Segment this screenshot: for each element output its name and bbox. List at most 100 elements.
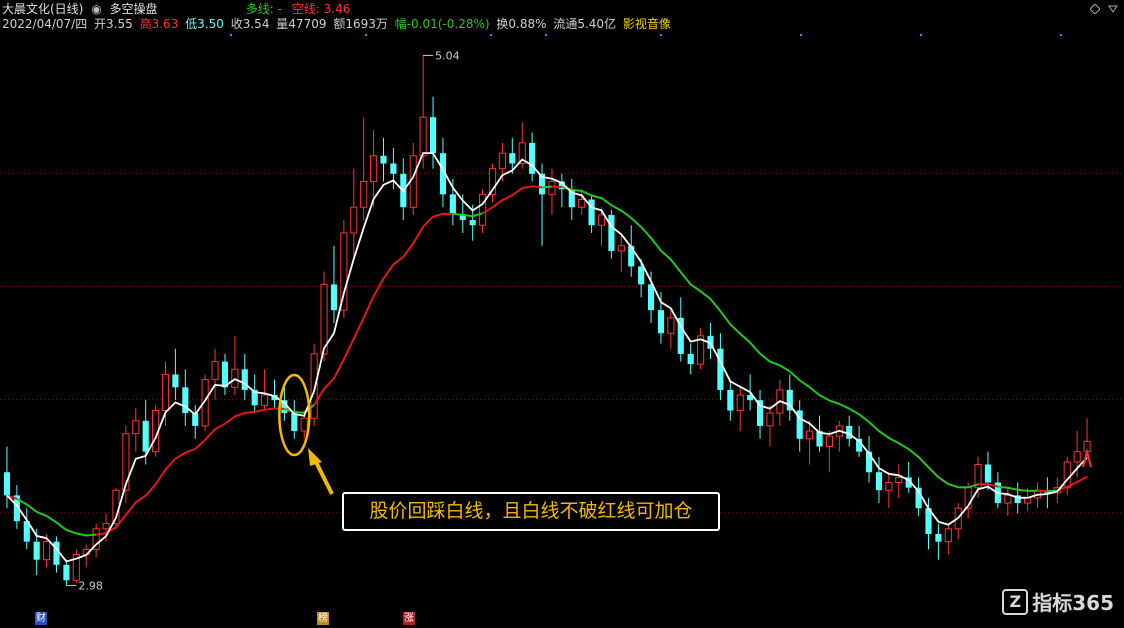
diamond-icon[interactable] — [1090, 4, 1100, 14]
candle-body-down — [33, 541, 40, 560]
candle-body-up — [1024, 497, 1032, 504]
top-marker-dot — [1060, 34, 1062, 36]
amount-label: 额1693万 — [333, 17, 388, 31]
candle-body-up — [132, 420, 140, 435]
candle-body-down — [172, 374, 179, 388]
candle-body-up — [597, 214, 606, 226]
candle-body-down — [429, 117, 437, 154]
candle-body-up — [944, 528, 952, 543]
logo: Z 指标365 — [1002, 587, 1114, 616]
candle-body-up — [885, 482, 893, 491]
short-line-label: 空线: 3.46 — [291, 2, 351, 16]
candle-body-down — [657, 310, 665, 334]
candle-body-up — [419, 116, 427, 157]
low-price-label: 2.98 — [78, 579, 103, 592]
candle-body-up — [1004, 494, 1012, 504]
candle-body-down — [469, 220, 476, 226]
header-row-1: 大晨文化(日线) ◉ 多空操盘 多空线: 3.48 多线: - 空线: 3.46 — [2, 2, 350, 16]
red-line — [1056, 475, 1088, 492]
candle-body-up — [1073, 451, 1081, 463]
top-marker-dot — [490, 34, 492, 36]
green-line — [452, 212, 483, 218]
float-cap-label: 流通5.40亿 — [553, 17, 617, 31]
candle-body-down — [142, 420, 149, 452]
candle-body-up — [310, 353, 318, 419]
last-up-arrow — [1082, 447, 1093, 468]
candle-body-up — [895, 476, 903, 484]
candle-body-down — [53, 541, 60, 565]
top-marker-dot — [365, 34, 367, 36]
candle-body-down — [984, 464, 992, 483]
candle-body-up — [766, 412, 774, 427]
candle-body-down — [717, 348, 724, 390]
settings-icon[interactable]: ◉ — [91, 2, 101, 16]
candle-body-up — [211, 361, 219, 381]
candlestick-chart: 5.04 2.98 — [0, 34, 1124, 592]
candle-body-up — [161, 373, 170, 411]
indicator-name: 多空操盘 — [109, 2, 158, 16]
top-marker-dot — [660, 34, 662, 36]
candle-body-up — [667, 317, 675, 334]
candle-body-down — [727, 389, 734, 411]
candle-body-down — [291, 413, 298, 432]
candle-body-up — [300, 417, 308, 432]
candle-body-down — [608, 214, 615, 251]
candle-body-up — [102, 523, 110, 530]
volume-label: 量47709 — [276, 17, 327, 31]
high-label: 高3.63 — [139, 17, 179, 31]
annotation-callout: 股价回踩白线，且白线不破红线可加仓 — [342, 492, 720, 531]
marker-zhang[interactable]: 涨 — [403, 612, 415, 625]
candle-body-down — [390, 163, 397, 174]
close-label: 收3.54 — [230, 17, 270, 31]
candle-body-up — [548, 181, 556, 195]
marker-cai[interactable]: 财 — [35, 612, 47, 625]
candle-body-up — [1063, 461, 1071, 489]
long-line-label: 多线: - — [245, 2, 282, 16]
turnover-label: 换0.88% — [496, 17, 547, 31]
candle-body-down — [509, 153, 516, 164]
open-label: 开3.55 — [94, 17, 133, 31]
marker-bang[interactable]: 榜 — [317, 612, 329, 625]
logo-icon: Z — [1002, 588, 1029, 615]
candle-body-down — [647, 284, 655, 311]
top-marker-dot — [545, 34, 547, 36]
change-label: 幅-0.01(-0.28%) — [394, 17, 490, 31]
candle-body-down — [687, 353, 694, 365]
candle-body-up — [736, 394, 744, 411]
sector-label: 影视音像 — [622, 17, 671, 31]
top-marker-dot — [920, 34, 922, 36]
candle-body-down — [3, 472, 11, 496]
low-label: 低3.50 — [185, 17, 224, 31]
indicator-value: 多空线: 3.48 — [165, 2, 236, 16]
top-marker-dot — [230, 34, 232, 36]
candle-body-down — [63, 564, 70, 581]
candle-body-up — [617, 245, 625, 252]
candle-body-up — [498, 152, 506, 170]
candle-body-up — [479, 193, 487, 226]
candle-body-up — [370, 155, 378, 182]
candle-body-down — [241, 369, 248, 390]
candle-body-down — [846, 425, 853, 439]
candle-body-up — [261, 394, 269, 406]
green-line — [541, 185, 553, 189]
candle-body-up — [578, 199, 586, 208]
triangle-down-icon[interactable] — [1108, 4, 1118, 14]
candle-body-up — [360, 181, 368, 208]
candle-body-down — [935, 533, 942, 542]
candle-body-down — [875, 472, 883, 491]
candle-body-up — [350, 206, 358, 234]
candle-body-up — [43, 541, 51, 561]
candle-body-down — [330, 284, 338, 311]
candle-body-up — [825, 435, 833, 447]
logo-text: 指标365 — [1032, 591, 1114, 615]
top-marker-dot — [800, 34, 802, 36]
arrow-head — [308, 448, 322, 466]
high-price-label: 5.04 — [435, 49, 460, 62]
candle-body-down — [638, 266, 645, 285]
date-label: 2022/04/07/四 — [2, 17, 88, 31]
candle-body-up — [806, 430, 814, 440]
stock-name: 大晨文化(日线) — [2, 2, 84, 16]
candle-body-down — [380, 155, 387, 164]
candle-body-down — [449, 194, 456, 215]
header-row-2: 2022/04/07/四 开3.55 高3.63 低3.50 收3.54 量47… — [2, 17, 671, 31]
